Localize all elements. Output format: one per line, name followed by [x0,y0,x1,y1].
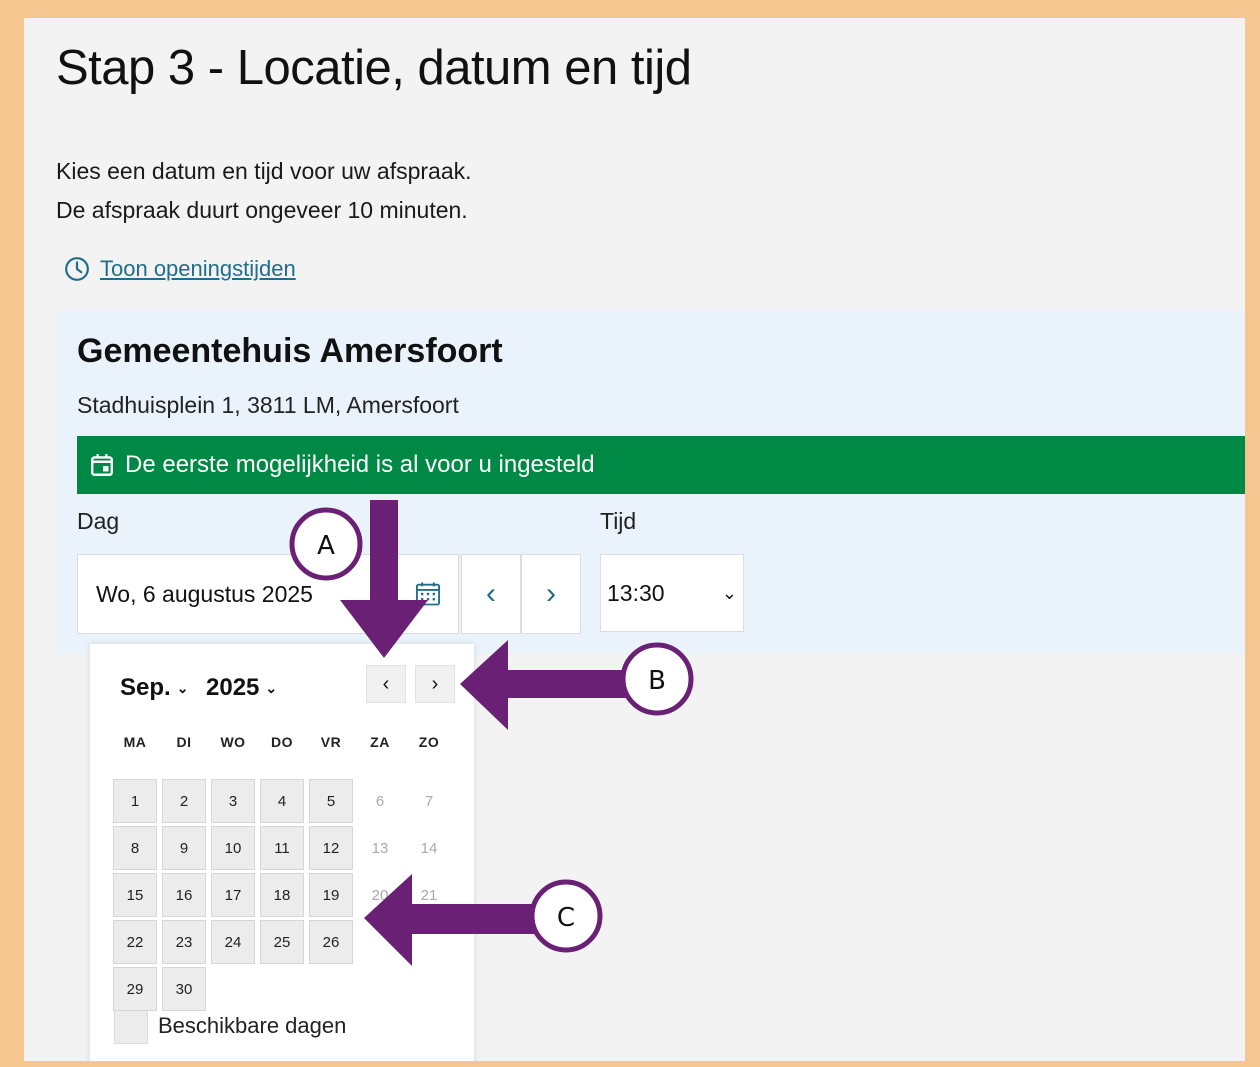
calendar-day[interactable]: 22 [113,920,157,964]
time-select[interactable]: 13:30 ⌄ [600,554,744,632]
calendar-day[interactable]: 19 [309,873,353,917]
location-panel: Gemeentehuis Amersfoort Stadhuisplein 1,… [56,310,1245,654]
day-input[interactable]: Wo, 6 augustus 2025 [77,554,459,634]
date-picker-popup: Sep. ⌄ 2025 ⌄ ‹ › Beschikbare dagen MA DI WO… [90,644,474,1061]
weekday-header: WO [220,734,246,750]
weekday-header: DI [176,734,192,750]
clock-icon [65,257,89,281]
month-select[interactable]: Sep. ⌄ [120,674,188,702]
calendar-day-unavailable: 6 [375,792,385,810]
location-address: Stadhuisplein 1, 3811 LM, Amersfoort [77,392,459,418]
calendar-day[interactable]: 12 [309,826,353,870]
chevron-down-icon: ⌄ [721,582,737,603]
calendar-day[interactable]: 8 [113,826,157,870]
available-days-legend-label: Beschikbare dagen [158,1013,347,1038]
show-opening-hours-link[interactable]: Toon openingstijden [64,256,296,282]
calendar-day-unavailable: 20 [371,886,389,904]
page-frame: Stap 3 - Locatie, datum en tijd Kies een… [24,18,1245,1061]
calendar-day[interactable]: 5 [309,779,353,823]
calendar-day[interactable]: 18 [260,873,304,917]
calendar-day-unavailable: 14 [420,839,438,857]
calendar-day[interactable]: 23 [162,920,206,964]
calendar-day[interactable]: 25 [260,920,304,964]
intro-line-2: De afspraak duurt ongeveer 10 minuten. [56,197,468,223]
calendar-day-unavailable: 7 [424,792,434,810]
opening-hours-label[interactable]: Toon openingstijden [100,256,296,282]
calendar-day[interactable]: 3 [211,779,255,823]
weekday-header: ZA [370,734,390,750]
calendar-day[interactable]: 1 [113,779,157,823]
year-select[interactable]: 2025 ⌄ [206,674,277,702]
weekday-header: VR [320,734,342,750]
calendar-day[interactable]: 11 [260,826,304,870]
weekday-header: MA [123,734,147,750]
calendar-day-unavailable: 13 [371,839,389,857]
year-value[interactable]: 2025 [206,674,259,701]
time-label: Tijd [600,508,637,534]
previous-day-button[interactable]: ‹ [461,554,521,634]
available-days-legend-swatch [114,1010,148,1044]
calendar-day-unavailable: 21 [420,886,438,904]
page-title: Stap 3 - Locatie, datum en tijd [56,41,692,95]
calendar-day[interactable]: 2 [162,779,206,823]
calendar-picker-icon[interactable] [414,580,442,608]
calendar-day[interactable]: 10 [211,826,255,870]
calendar-day[interactable]: 16 [162,873,206,917]
calendar-day[interactable]: 24 [211,920,255,964]
location-name: Gemeentehuis Amersfoort [77,332,503,370]
banner-text: De eerste mogelijkheid is al voor u inge… [125,451,595,478]
calendar-day[interactable]: 30 [162,967,206,1011]
calendar-day[interactable]: 9 [162,826,206,870]
intro-line-1: Kies een datum en tijd voor uw afspraak. [56,158,472,184]
month-chevron-down-icon: ⌄ [176,680,189,697]
calendar-day[interactable]: 15 [113,873,157,917]
calendar-icon [91,454,113,476]
calendar-day[interactable]: 26 [309,920,353,964]
calendar-day[interactable]: 4 [260,779,304,823]
weekday-header: ZO [418,734,440,750]
day-value[interactable]: Wo, 6 augustus 2025 [96,581,414,608]
previous-month-button[interactable]: ‹ [366,665,406,703]
month-value[interactable]: Sep. [120,674,171,701]
time-value[interactable]: 13:30 [607,580,665,607]
calendar-day[interactable]: 17 [211,873,255,917]
weekday-header: DO [271,734,293,750]
calendar-day[interactable]: 29 [113,967,157,1011]
first-availability-banner: De eerste mogelijkheid is al voor u inge… [77,436,1245,494]
next-day-button[interactable]: › [521,554,581,634]
next-month-button[interactable]: › [415,665,455,703]
year-chevron-down-icon: ⌄ [265,680,278,697]
day-label: Dag [77,508,120,534]
